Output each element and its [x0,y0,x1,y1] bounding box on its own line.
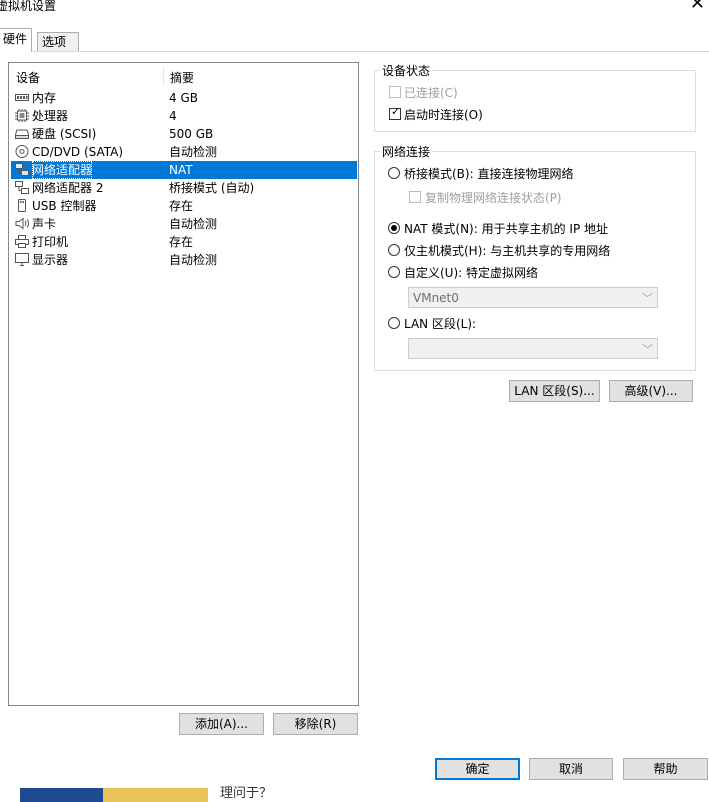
device-row-processor[interactable]: 处理器 4 [11,107,357,125]
device-name: USB 控制器 [32,199,97,213]
custom-network-select[interactable]: VMnet0 ﹀ [408,287,658,308]
lan-segment-label: LAN 区段(L): [404,317,477,331]
help-button[interactable]: 帮助 [623,758,708,780]
device-name: 打印机 [32,235,69,249]
device-name: CD/DVD (SATA) [32,145,124,159]
background-window-strip: 理问于？ [0,780,709,802]
device-list[interactable]: 设备 摘要 内存 4 GB 处理器 4 硬盘 (SCSI) 500 GB CD/… [8,62,359,706]
tab-hardware[interactable]: 硬件 [0,28,33,52]
device-name: 网络适配器 [32,161,93,179]
custom-network-label: 自定义(U): 特定虚拟网络 [404,266,539,280]
monitor-icon [15,253,29,266]
memory-icon [15,94,29,101]
advanced-button[interactable]: 高级(V)... [609,380,693,402]
nat-label: NAT 模式(N): 用于共享主机的 IP 地址 [404,222,609,236]
device-summary: 自动检测 [169,253,218,267]
speaker-icon [15,217,29,230]
chevron-down-icon: ﹀ [642,343,653,356]
host-only-label: 仅主机模式(H): 与主机共享的专用网络 [404,244,611,258]
checkmark-icon: ✓ [391,105,401,118]
device-name: 内存 [32,91,57,105]
processor-icon [15,109,29,122]
device-row-cd-dvd[interactable]: CD/DVD (SATA) 自动检测 [11,143,357,161]
bridged-label: 桥接模式(B): 直接连接物理网络 [404,167,574,181]
window-title: 虚拟机设置 [0,0,57,13]
device-summary: 桥接模式 (自动) [169,181,255,195]
column-header-summary[interactable]: 摘要 [170,69,194,86]
connected-checkbox[interactable] [389,86,401,98]
connect-at-power-on-checkbox[interactable]: ✓ [389,105,401,120]
replicate-state-label: 复制物理网络连接状态(P) [425,191,562,205]
tab-options[interactable]: 选项 [37,32,79,51]
usb-icon [18,199,26,212]
custom-network-radio[interactable] [388,266,400,278]
device-summary: 4 GB [169,91,198,105]
device-row-printer[interactable]: 打印机 存在 [11,233,357,251]
background-text: 理问于？ [220,786,273,801]
network-adapter-icon [15,181,29,194]
device-row-memory[interactable]: 内存 4 GB [11,89,357,107]
background-thumbnail-accent [103,788,208,802]
cancel-button[interactable]: 取消 [529,758,613,780]
remove-device-button[interactable]: 移除(R) [273,713,358,735]
custom-network-value: VMnet0 [413,291,459,305]
close-icon[interactable]: ✕ [690,0,705,14]
device-status-title: 设备状态 [380,62,433,79]
title-bar: 虚拟机设置 ✕ [0,0,709,22]
network-connection-title: 网络连接 [380,143,433,160]
device-name: 处理器 [32,109,69,123]
connected-label: 已连接(C) [404,86,458,100]
lan-segment-radio[interactable] [388,317,400,329]
column-header-device[interactable]: 设备 [16,69,40,86]
chevron-down-icon: ﹀ [642,292,653,305]
replicate-state-checkbox[interactable] [409,191,421,203]
cd-dvd-icon [15,145,29,158]
network-adapter-icon [15,163,29,176]
device-row-hard-disk[interactable]: 硬盘 (SCSI) 500 GB [11,125,357,143]
device-summary: 存在 [169,235,194,249]
device-summary: NAT [169,163,193,177]
printer-icon [15,235,29,248]
tab-strip: 硬件 选项 [0,28,709,52]
nat-radio[interactable] [388,222,400,234]
device-summary: 500 GB [169,127,214,141]
device-name: 硬盘 (SCSI) [32,127,97,141]
lan-segments-button[interactable]: LAN 区段(S)... [509,380,600,402]
bridged-radio[interactable] [388,167,400,179]
column-divider[interactable] [163,67,164,85]
device-row-usb-controller[interactable]: USB 控制器 存在 [11,197,357,215]
device-name: 显示器 [32,253,69,267]
lan-segment-select[interactable]: ﹀ [408,338,658,359]
device-summary: 自动检测 [169,145,218,159]
device-row-network-adapter-2[interactable]: 网络适配器 2 桥接模式 (自动) [11,179,357,197]
radio-dot-icon [391,225,397,231]
device-list-header: 设备 摘要 [9,63,358,87]
device-summary: 自动检测 [169,217,218,231]
device-row-sound-card[interactable]: 声卡 自动检测 [11,215,357,233]
device-row-display[interactable]: 显示器 自动检测 [11,251,357,269]
add-device-button[interactable]: 添加(A)... [179,713,264,735]
device-row-network-adapter[interactable]: 网络适配器 NAT [11,161,357,179]
hard-disk-icon [15,129,29,139]
ok-button[interactable]: 确定 [435,758,520,780]
device-name: 声卡 [32,217,57,231]
device-summary: 4 [169,109,177,123]
device-name: 网络适配器 2 [32,181,104,195]
device-summary: 存在 [169,199,194,213]
connect-at-power-on-label: 启动时连接(O) [404,108,483,122]
host-only-radio[interactable] [388,244,400,256]
